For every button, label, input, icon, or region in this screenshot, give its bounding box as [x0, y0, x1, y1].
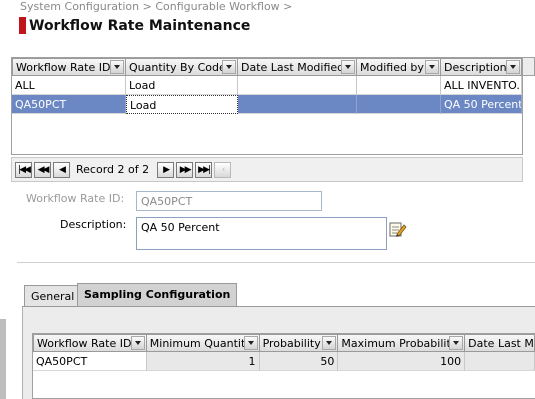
record-navigator: |◀◀ ◀◀ ◀ Record 2 of 2 ▶ ▶▶ ▶▶| ‹ — [11, 157, 523, 182]
cell-date-last-modified[interactable] — [238, 95, 357, 114]
left-scrollbar[interactable] — [0, 319, 6, 399]
tab-sampling-configuration[interactable]: Sampling Configuration — [77, 283, 238, 307]
page-title: Workflow Rate Maintenance — [29, 18, 251, 34]
workflow-rate-grid[interactable]: Workflow Rate ID Quantity By Code Date L… — [11, 57, 523, 155]
column-header-workflow-rate-id[interactable]: Workflow Rate ID — [12, 58, 126, 76]
chevron-down-icon[interactable] — [130, 336, 145, 350]
sampling-grid[interactable]: Workflow Rate ID Minimum Quantity Probab… — [32, 333, 535, 399]
record-counter: Record 2 of 2 — [76, 163, 150, 176]
description-field[interactable]: QA 50 Percent — [136, 217, 387, 250]
previous-record-icon[interactable]: ◀ — [53, 161, 70, 178]
cell-minimum-quantity[interactable]: 1 — [146, 352, 260, 371]
column-header-modified-by[interactable]: Modified by — [357, 58, 441, 76]
grid-header: Workflow Rate ID Minimum Quantity Probab… — [33, 334, 535, 352]
cell-probability[interactable]: 50 — [259, 352, 339, 371]
tab-general[interactable]: General — [24, 285, 82, 307]
chevron-down-icon[interactable] — [506, 60, 520, 74]
table-row[interactable]: ALL Load ALL INVENTO... — [12, 76, 522, 95]
next-page-icon[interactable]: ▶▶ — [176, 161, 194, 178]
breadcrumb[interactable]: System Configuration > Configurable Work… — [20, 0, 292, 13]
cell-modified-by[interactable] — [357, 95, 441, 114]
column-header-description[interactable]: Description — [441, 58, 522, 76]
column-header-workflow-rate-id[interactable]: Workflow Rate ID — [33, 334, 147, 352]
edit-note-icon[interactable] — [389, 221, 407, 238]
table-row-selected[interactable]: QA50PCT Load QA 50 Percent — [12, 95, 522, 114]
column-header-date-last-modified[interactable]: Date Last Modified — [238, 58, 357, 76]
description-label: Description: — [60, 218, 127, 231]
column-header-maximum-probability[interactable]: Maximum Probability — [338, 334, 466, 352]
workflow-rate-id-field[interactable]: QA50PCT — [136, 191, 322, 211]
chevron-down-icon[interactable] — [243, 336, 258, 350]
chevron-down-icon[interactable] — [222, 60, 236, 74]
column-header-date-last-modified[interactable]: Date Last Modi — [465, 334, 535, 352]
cell-workflow-rate-id[interactable]: QA50PCT — [33, 352, 147, 371]
chevron-down-icon[interactable] — [425, 60, 439, 74]
chevron-down-icon[interactable] — [449, 336, 464, 350]
workflow-rate-id-label: Workflow Rate ID: — [26, 192, 125, 205]
cell-description[interactable]: QA 50 Percent — [441, 95, 522, 114]
cell-quantity-by-code[interactable]: Load — [126, 95, 238, 114]
cell-modified-by[interactable] — [357, 76, 441, 95]
cell-date-last-modified[interactable] — [238, 76, 357, 95]
last-record-icon[interactable]: ▶▶| — [195, 161, 213, 178]
cell-description[interactable]: ALL INVENTO... — [441, 76, 522, 95]
table-row[interactable]: QA50PCT 1 50 100 — [33, 352, 535, 371]
chevron-down-icon[interactable] — [110, 60, 124, 74]
column-header-minimum-quantity[interactable]: Minimum Quantity — [146, 334, 260, 352]
first-record-icon[interactable]: |◀◀ — [15, 161, 32, 178]
column-header-probability[interactable]: Probability — [259, 334, 339, 352]
chevron-left-icon[interactable]: ‹ — [214, 161, 232, 178]
previous-page-icon[interactable]: ◀◀ — [34, 161, 51, 178]
cell-quantity-by-code[interactable]: Load — [126, 76, 238, 95]
grid-header: Workflow Rate ID Quantity By Code Date L… — [12, 58, 522, 76]
cell-date-last-modified[interactable] — [465, 352, 535, 371]
title-marker — [19, 17, 26, 34]
grid-scrollbar-stub[interactable] — [523, 57, 535, 76]
column-header-quantity-by-code[interactable]: Quantity By Code — [126, 58, 238, 76]
next-record-icon[interactable]: ▶ — [157, 161, 175, 178]
cell-workflow-rate-id[interactable]: QA50PCT — [12, 95, 126, 114]
chevron-down-icon[interactable] — [322, 336, 337, 350]
divider — [17, 262, 535, 263]
chevron-down-icon[interactable] — [341, 60, 355, 74]
cell-workflow-rate-id[interactable]: ALL — [12, 76, 126, 95]
cell-maximum-probability[interactable]: 100 — [338, 352, 466, 371]
